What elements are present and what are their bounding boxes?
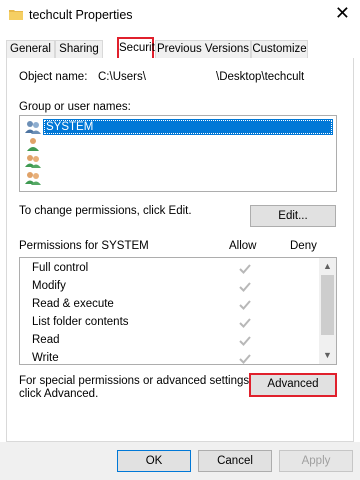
checkmark-icon — [239, 300, 251, 310]
permission-name: List folder contents — [32, 316, 129, 328]
scroll-up-icon[interactable]: ▲ — [319, 258, 336, 275]
deny-header: Deny — [290, 240, 317, 252]
tab-security[interactable]: Security — [117, 37, 161, 60]
close-icon[interactable]: ✕ — [335, 4, 350, 24]
permission-name: Full control — [32, 262, 89, 274]
edit-button[interactable]: Edit... — [250, 205, 336, 227]
change-permissions-text: To change permissions, click Edit. — [19, 205, 192, 217]
table-row: Write — [32, 350, 312, 364]
table-row: Read — [32, 332, 312, 350]
checkmark-icon — [239, 354, 251, 364]
folder-icon — [9, 10, 23, 20]
scroll-thumb[interactable] — [321, 275, 334, 335]
tab-general[interactable]: General — [6, 40, 55, 59]
user-group-icon — [25, 155, 41, 168]
scroll-down-icon[interactable]: ▼ — [319, 347, 336, 364]
permissions-scrollbar[interactable]: ▲ ▼ — [319, 258, 336, 364]
table-row: Read & execute — [32, 296, 312, 314]
ok-button[interactable]: OK — [117, 450, 191, 472]
permission-name: Write — [32, 352, 59, 364]
group-names-label: Group or user names: — [19, 101, 131, 113]
list-item[interactable] — [23, 153, 333, 169]
window-title: techcult Properties — [29, 8, 133, 22]
permission-name: Read — [32, 334, 60, 346]
user-icon — [27, 138, 39, 151]
table-row: Modify — [32, 278, 312, 296]
tab-customize[interactable]: Customize — [251, 40, 308, 59]
title-bar: techcult Properties ✕ — [0, 0, 360, 32]
advanced-text-line2: click Advanced. — [19, 388, 99, 400]
object-path-start: C:\Users\ — [98, 71, 146, 83]
permission-name: Read & execute — [32, 298, 114, 310]
group-name-system: SYSTEM — [43, 119, 333, 135]
checkmark-icon — [239, 336, 251, 346]
cancel-button[interactable]: Cancel — [198, 450, 272, 472]
permission-name: Modify — [32, 280, 66, 292]
user-group-icon — [25, 121, 41, 134]
table-row: List folder contents — [32, 314, 312, 332]
user-group-icon — [25, 172, 41, 185]
permissions-list[interactable]: Full control Modify Read & execute List … — [19, 257, 337, 365]
tab-sharing[interactable]: Sharing — [55, 40, 103, 59]
checkmark-icon — [239, 282, 251, 292]
object-path-end: \Desktop\techcult — [216, 71, 305, 83]
list-item[interactable]: SYSTEM — [23, 119, 333, 135]
group-list[interactable]: SYSTEM — [19, 115, 337, 192]
tab-strip: General Sharing Security Previous Versio… — [6, 37, 354, 60]
permissions-header: Permissions for SYSTEM — [19, 240, 149, 252]
allow-header: Allow — [229, 240, 257, 252]
checkmark-icon — [239, 318, 251, 328]
object-name-label: Object name: — [19, 71, 88, 83]
list-item[interactable] — [23, 136, 333, 152]
advanced-button[interactable]: Advanced — [249, 373, 337, 397]
advanced-text-line1: For special permissions or advanced sett… — [19, 375, 253, 387]
tab-previous-versions[interactable]: Previous Versions — [155, 40, 251, 59]
table-row: Full control — [32, 260, 312, 278]
apply-button[interactable]: Apply — [279, 450, 353, 472]
list-item[interactable] — [23, 170, 333, 186]
checkmark-icon — [239, 264, 251, 274]
